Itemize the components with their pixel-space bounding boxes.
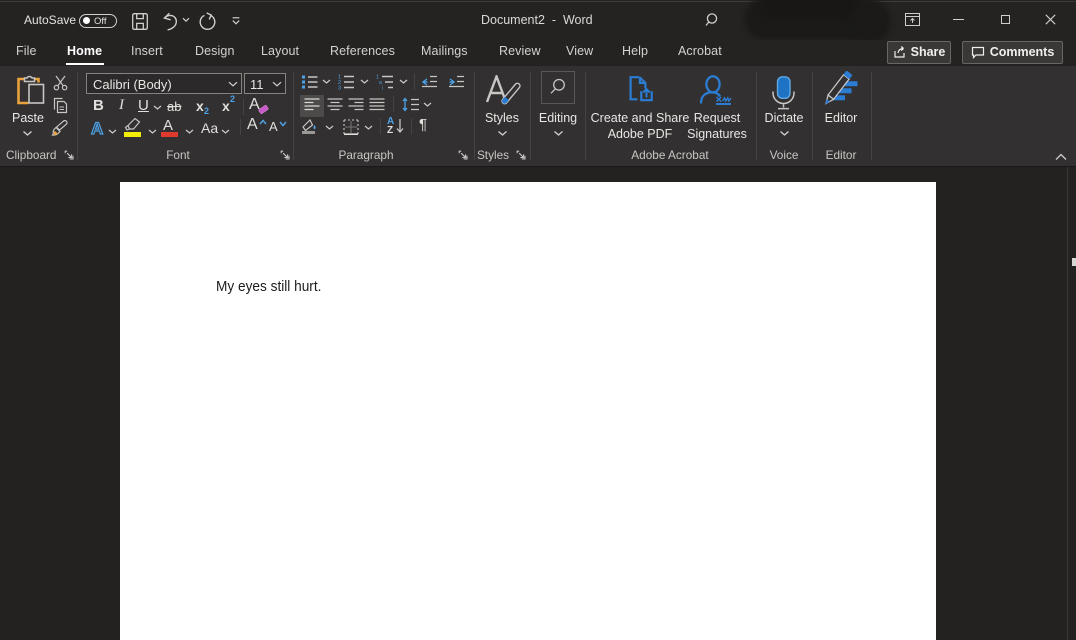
svg-text:i: i (382, 86, 383, 91)
svg-text:3: 3 (338, 86, 341, 91)
